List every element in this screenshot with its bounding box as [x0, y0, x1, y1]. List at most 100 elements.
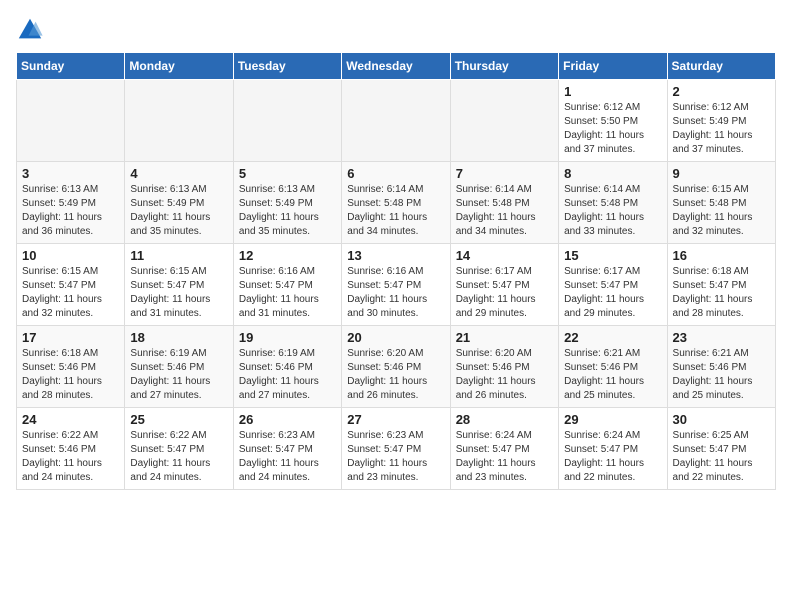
day-info: Sunrise: 6:16 AM Sunset: 5:47 PM Dayligh…: [347, 265, 444, 321]
day-cell: 28 Sunrise: 6:24 AM Sunset: 5:47 PM Dayli…: [450, 408, 558, 490]
day-info: Sunrise: 6:23 AM Sunset: 5:47 PM Dayligh…: [347, 429, 444, 485]
day-cell: [125, 80, 233, 162]
day-number: 6: [347, 166, 444, 181]
day-cell: 8Sunrise: 6:14 AM Sunset: 5:48 PM Daylig…: [559, 162, 667, 244]
day-cell: 14 Sunrise: 6:17 AM Sunset: 5:47 PM Dayli…: [450, 244, 558, 326]
day-cell: [233, 80, 341, 162]
day-number: 26: [239, 412, 336, 427]
day-number: 27: [347, 412, 444, 427]
day-info: Sunrise: 6:18 AM Sunset: 5:47 PM Dayligh…: [673, 265, 770, 321]
day-number: 25: [130, 412, 227, 427]
day-cell: 24 Sunrise: 6:22 AM Sunset: 5:46 PM Dayli…: [17, 408, 125, 490]
day-info: Sunrise: 6:19 AM Sunset: 5:46 PM Dayligh…: [239, 347, 336, 403]
day-cell: 15 Sunrise: 6:17 AM Sunset: 5:47 PM Dayli…: [559, 244, 667, 326]
day-info: Sunrise: 6:14 AM Sunset: 5:48 PM Dayligh…: [564, 183, 661, 239]
day-info: Sunrise: 6:17 AM Sunset: 5:47 PM Dayligh…: [564, 265, 661, 321]
day-number: 1: [564, 84, 661, 99]
column-header-tuesday: Tuesday: [233, 53, 341, 80]
day-cell: 22 Sunrise: 6:21 AM Sunset: 5:46 PM Dayli…: [559, 326, 667, 408]
day-cell: 11Sunrise: 6:15 AM Sunset: 5:47 PM Dayli…: [125, 244, 233, 326]
day-cell: 21 Sunrise: 6:20 AM Sunset: 5:46 PM Dayli…: [450, 326, 558, 408]
day-number: 11: [130, 248, 227, 263]
day-cell: [342, 80, 450, 162]
day-cell: 13 Sunrise: 6:16 AM Sunset: 5:47 PM Dayli…: [342, 244, 450, 326]
column-header-saturday: Saturday: [667, 53, 775, 80]
day-number: 7: [456, 166, 553, 181]
day-cell: 26 Sunrise: 6:23 AM Sunset: 5:47 PM Dayli…: [233, 408, 341, 490]
day-info: Sunrise: 6:13 AM Sunset: 5:49 PM Dayligh…: [22, 183, 119, 239]
week-row-4: 17 Sunrise: 6:18 AM Sunset: 5:46 PM Dayli…: [17, 326, 776, 408]
day-cell: 29 Sunrise: 6:24 AM Sunset: 5:47 PM Dayli…: [559, 408, 667, 490]
day-cell: 16 Sunrise: 6:18 AM Sunset: 5:47 PM Dayli…: [667, 244, 775, 326]
day-number: 14: [456, 248, 553, 263]
day-info: Sunrise: 6:12 AM Sunset: 5:50 PM Dayligh…: [564, 101, 661, 157]
day-number: 3: [22, 166, 119, 181]
day-number: 20: [347, 330, 444, 345]
day-number: 16: [673, 248, 770, 263]
day-info: Sunrise: 6:14 AM Sunset: 5:48 PM Dayligh…: [347, 183, 444, 239]
day-cell: 30Sunrise: 6:25 AM Sunset: 5:47 PM Dayli…: [667, 408, 775, 490]
day-cell: 25 Sunrise: 6:22 AM Sunset: 5:47 PM Dayli…: [125, 408, 233, 490]
day-info: Sunrise: 6:13 AM Sunset: 5:49 PM Dayligh…: [239, 183, 336, 239]
day-number: 18: [130, 330, 227, 345]
day-info: Sunrise: 6:21 AM Sunset: 5:46 PM Dayligh…: [564, 347, 661, 403]
day-number: 17: [22, 330, 119, 345]
column-header-thursday: Thursday: [450, 53, 558, 80]
column-header-friday: Friday: [559, 53, 667, 80]
logo: [16, 16, 48, 44]
day-cell: 7 Sunrise: 6:14 AM Sunset: 5:48 PM Daylig…: [450, 162, 558, 244]
day-number: 28: [456, 412, 553, 427]
day-info: Sunrise: 6:25 AM Sunset: 5:47 PM Dayligh…: [673, 429, 770, 485]
day-info: Sunrise: 6:21 AM Sunset: 5:46 PM Dayligh…: [673, 347, 770, 403]
day-info: Sunrise: 6:20 AM Sunset: 5:46 PM Dayligh…: [456, 347, 553, 403]
week-row-2: 3 Sunrise: 6:13 AM Sunset: 5:49 PM Daylig…: [17, 162, 776, 244]
day-number: 10: [22, 248, 119, 263]
day-cell: 2Sunrise: 6:12 AM Sunset: 5:49 PM Daylig…: [667, 80, 775, 162]
day-cell: [17, 80, 125, 162]
day-number: 29: [564, 412, 661, 427]
day-number: 21: [456, 330, 553, 345]
day-cell: 1 Sunrise: 6:12 AM Sunset: 5:50 PM Daylig…: [559, 80, 667, 162]
header-row: SundayMondayTuesdayWednesdayThursdayFrid…: [17, 53, 776, 80]
column-header-monday: Monday: [125, 53, 233, 80]
day-number: 13: [347, 248, 444, 263]
day-number: 15: [564, 248, 661, 263]
day-cell: [450, 80, 558, 162]
day-info: Sunrise: 6:15 AM Sunset: 5:48 PM Dayligh…: [673, 183, 770, 239]
day-number: 24: [22, 412, 119, 427]
logo-icon: [16, 16, 44, 44]
day-info: Sunrise: 6:22 AM Sunset: 5:47 PM Dayligh…: [130, 429, 227, 485]
page-header: [16, 16, 776, 44]
day-info: Sunrise: 6:19 AM Sunset: 5:46 PM Dayligh…: [130, 347, 227, 403]
day-info: Sunrise: 6:13 AM Sunset: 5:49 PM Dayligh…: [130, 183, 227, 239]
calendar-table: SundayMondayTuesdayWednesdayThursdayFrid…: [16, 52, 776, 490]
day-info: Sunrise: 6:12 AM Sunset: 5:49 PM Dayligh…: [673, 101, 770, 157]
day-cell: 10 Sunrise: 6:15 AM Sunset: 5:47 PM Dayli…: [17, 244, 125, 326]
day-cell: 3 Sunrise: 6:13 AM Sunset: 5:49 PM Daylig…: [17, 162, 125, 244]
day-cell: 4 Sunrise: 6:13 AM Sunset: 5:49 PM Daylig…: [125, 162, 233, 244]
day-info: Sunrise: 6:22 AM Sunset: 5:46 PM Dayligh…: [22, 429, 119, 485]
day-number: 12: [239, 248, 336, 263]
day-info: Sunrise: 6:23 AM Sunset: 5:47 PM Dayligh…: [239, 429, 336, 485]
week-row-3: 10 Sunrise: 6:15 AM Sunset: 5:47 PM Dayli…: [17, 244, 776, 326]
day-cell: 17 Sunrise: 6:18 AM Sunset: 5:46 PM Dayli…: [17, 326, 125, 408]
day-info: Sunrise: 6:14 AM Sunset: 5:48 PM Dayligh…: [456, 183, 553, 239]
day-cell: 19Sunrise: 6:19 AM Sunset: 5:46 PM Dayli…: [233, 326, 341, 408]
day-cell: 27 Sunrise: 6:23 AM Sunset: 5:47 PM Dayli…: [342, 408, 450, 490]
column-header-wednesday: Wednesday: [342, 53, 450, 80]
day-info: Sunrise: 6:15 AM Sunset: 5:47 PM Dayligh…: [22, 265, 119, 321]
day-info: Sunrise: 6:17 AM Sunset: 5:47 PM Dayligh…: [456, 265, 553, 321]
day-cell: 6 Sunrise: 6:14 AM Sunset: 5:48 PM Daylig…: [342, 162, 450, 244]
day-cell: 18 Sunrise: 6:19 AM Sunset: 5:46 PM Dayli…: [125, 326, 233, 408]
day-info: Sunrise: 6:20 AM Sunset: 5:46 PM Dayligh…: [347, 347, 444, 403]
day-number: 5: [239, 166, 336, 181]
day-cell: 12Sunrise: 6:16 AM Sunset: 5:47 PM Dayli…: [233, 244, 341, 326]
day-number: 9: [673, 166, 770, 181]
day-info: Sunrise: 6:18 AM Sunset: 5:46 PM Dayligh…: [22, 347, 119, 403]
day-info: Sunrise: 6:24 AM Sunset: 5:47 PM Dayligh…: [456, 429, 553, 485]
day-number: 4: [130, 166, 227, 181]
week-row-5: 24 Sunrise: 6:22 AM Sunset: 5:46 PM Dayli…: [17, 408, 776, 490]
day-number: 23: [673, 330, 770, 345]
day-number: 22: [564, 330, 661, 345]
day-info: Sunrise: 6:24 AM Sunset: 5:47 PM Dayligh…: [564, 429, 661, 485]
